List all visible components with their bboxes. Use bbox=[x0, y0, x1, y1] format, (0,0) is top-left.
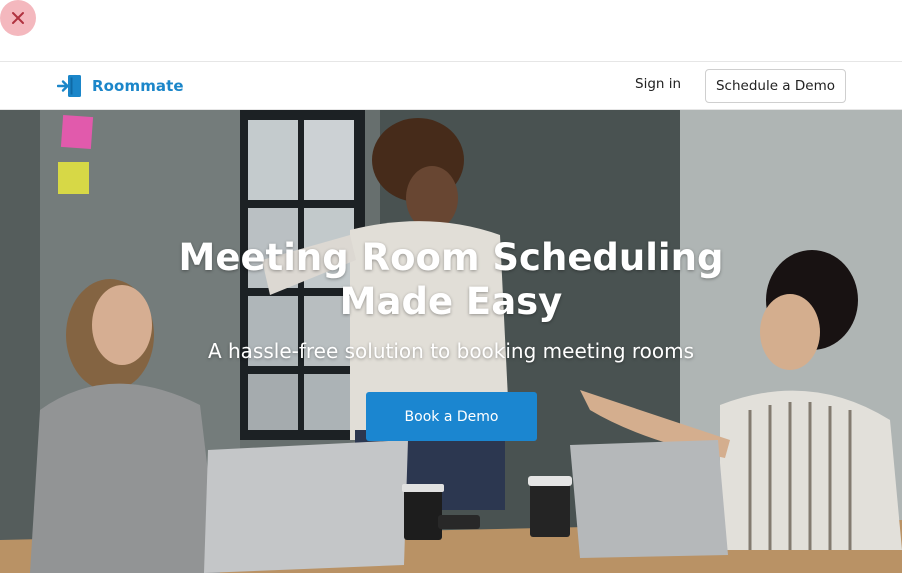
brand-name: Roommate bbox=[92, 77, 184, 95]
close-x-icon bbox=[12, 12, 24, 24]
hero-headline-line-1: Meeting Room Scheduling bbox=[178, 236, 724, 279]
schedule-demo-button[interactable]: Schedule a Demo bbox=[705, 69, 846, 103]
hero-section: Meeting Room Scheduling Made Easy A hass… bbox=[0, 110, 902, 573]
door-enter-icon bbox=[57, 75, 81, 97]
hero-headline: Meeting Room Scheduling Made Easy bbox=[0, 236, 902, 324]
book-demo-button[interactable]: Book a Demo bbox=[366, 392, 537, 441]
hero-subheadline: A hassle-free solution to booking meetin… bbox=[207, 339, 695, 363]
top-navbar: Roommate Sign in Schedule a Demo bbox=[0, 61, 902, 110]
brand-logo-link[interactable]: Roommate bbox=[57, 74, 184, 98]
close-button[interactable] bbox=[0, 0, 36, 36]
hero-headline-line-2: Made Easy bbox=[339, 280, 563, 323]
sign-in-link[interactable]: Sign in bbox=[635, 76, 681, 92]
